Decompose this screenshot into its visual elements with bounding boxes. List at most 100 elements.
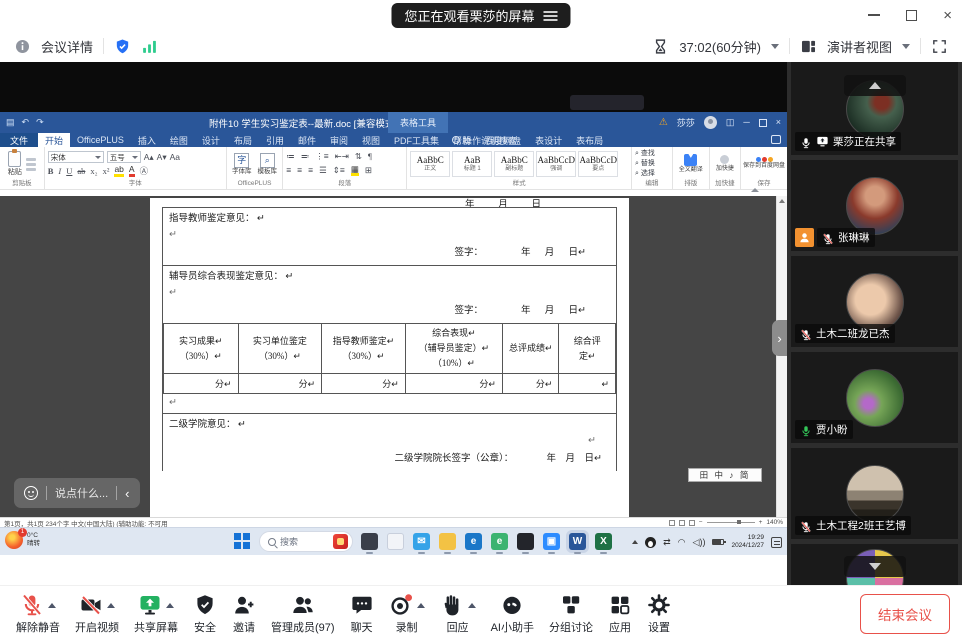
toolbar-chat-button[interactable]: 聊天 xyxy=(350,593,374,635)
word-tab-file[interactable]: 文件 xyxy=(0,133,38,147)
participant-tile[interactable]: 栗莎正在共享 xyxy=(791,62,958,155)
underline-icon[interactable]: U xyxy=(66,167,72,176)
account-name[interactable]: 莎莎 xyxy=(677,116,695,129)
sidebar-collapse-button[interactable]: › xyxy=(772,320,787,356)
task-view-icon[interactable] xyxy=(361,533,378,550)
borders-icon[interactable]: ⊞ xyxy=(365,166,372,175)
style-gallery-item[interactable]: AaBbC副标题 xyxy=(494,151,534,177)
paste-button[interactable]: 粘贴 xyxy=(8,151,22,177)
security-shield-icon[interactable] xyxy=(114,38,131,55)
editing-item[interactable]: ⌕ 查找 xyxy=(635,149,655,159)
toolbar-breakout-button[interactable]: 分组讨论 xyxy=(549,593,593,635)
chevron-up-icon[interactable] xyxy=(468,603,476,608)
toolbar-unmute-button[interactable]: 解除静音 xyxy=(16,593,60,635)
save-to-pan-label[interactable]: 保存到百度网盘 xyxy=(743,163,785,170)
score-value-cell[interactable]: 分↵ xyxy=(164,374,239,394)
zoom-out-icon[interactable]: − xyxy=(699,519,703,526)
italic-icon[interactable]: I xyxy=(58,167,61,176)
ribbon-options-icon[interactable]: ◫ xyxy=(726,118,735,127)
enclose-character-icon[interactable]: Ⓐ xyxy=(140,167,149,176)
participant-tile[interactable]: 土木工程2班王艺博 xyxy=(791,448,958,539)
toolbar-members-button[interactable]: 管理成员(97) xyxy=(271,593,335,635)
edge-icon[interactable]: e xyxy=(465,533,482,550)
search-promo-icon[interactable] xyxy=(333,534,348,549)
redo-icon[interactable]: ↷ xyxy=(36,117,44,128)
template-library-button[interactable]: ⌕ 模板库 xyxy=(258,153,278,176)
font-size-combo[interactable]: 五号 xyxy=(107,151,141,163)
folder-icon[interactable] xyxy=(439,533,456,550)
font-color-icon[interactable]: A xyxy=(129,165,135,177)
translate-icon[interactable] xyxy=(684,154,697,166)
word-tab[interactable]: 插入 xyxy=(131,133,163,147)
chevron-up-icon[interactable] xyxy=(166,603,174,608)
scroll-up-icon[interactable] xyxy=(779,199,785,203)
start-button[interactable] xyxy=(234,533,251,550)
toolbar-security-button[interactable]: 安全 xyxy=(193,593,217,635)
chevron-up-icon[interactable] xyxy=(107,603,115,608)
word-scrollbar[interactable] xyxy=(776,196,787,517)
shading-icon[interactable]: ▦ xyxy=(351,165,359,177)
font-library-button[interactable]: 字 字体库 xyxy=(232,153,252,176)
notification-center-icon[interactable] xyxy=(771,537,782,548)
strikethrough-icon[interactable]: ab xyxy=(77,167,85,176)
participant-tile[interactable]: 土木二班龙已杰 xyxy=(791,256,958,347)
share-toolbar-collapsed[interactable] xyxy=(570,95,644,110)
banner-menu-icon[interactable] xyxy=(544,11,558,21)
excel-app-icon[interactable]: X xyxy=(595,533,612,550)
toolbar-invite-button[interactable]: 邀请 xyxy=(232,593,256,635)
word-tab[interactable]: 引用 xyxy=(259,133,291,147)
collapse-ribbon-icon[interactable] xyxy=(751,188,759,192)
toolbar-ai-assistant-button[interactable]: AI小助手 xyxy=(491,593,534,635)
input-switch-icon[interactable]: ⇄ xyxy=(663,538,671,547)
score-value-cell[interactable]: 分↵ xyxy=(405,374,502,394)
pilcrow-icon[interactable]: ¶ xyxy=(368,152,372,161)
toolbar-react-button[interactable]: 回应 xyxy=(440,593,476,635)
word-tab[interactable]: PDF工具集 xyxy=(387,133,446,147)
align-left-icon[interactable]: ≡ xyxy=(286,166,291,175)
participant-tile[interactable]: 贾小盼 xyxy=(791,352,958,443)
translate-label[interactable]: 全文翻译 xyxy=(679,167,703,174)
fullscreen-icon[interactable] xyxy=(931,38,948,55)
clipboard-mini-buttons[interactable] xyxy=(26,158,36,171)
timer-dropdown-icon[interactable] xyxy=(771,44,779,49)
shortcut-label[interactable]: 加快捷 xyxy=(716,166,734,173)
justify-icon[interactable]: ☰ xyxy=(319,166,327,175)
score-value-cell[interactable]: ↵ xyxy=(559,374,616,394)
tell-me-search[interactable]: 操作说明搜索 xyxy=(452,133,517,147)
superscript-icon[interactable]: x² xyxy=(103,167,110,176)
word-tab[interactable]: 绘图 xyxy=(163,133,195,147)
word-tab[interactable]: 邮件 xyxy=(291,133,323,147)
shortcut-icon[interactable] xyxy=(720,155,729,164)
taskbar-clock[interactable]: 19:29 2024/12/27 xyxy=(731,534,764,551)
score-value-cell[interactable]: 分↵ xyxy=(502,374,559,394)
scroll-down-participants-button[interactable] xyxy=(844,556,906,577)
taskbar-weather[interactable]: 1 0°C晴转 xyxy=(5,531,40,549)
baidu-pan-icon[interactable] xyxy=(756,157,773,162)
network-signal-icon[interactable] xyxy=(141,38,158,55)
zoom-in-icon[interactable]: + xyxy=(759,519,763,526)
ie-icon[interactable]: e xyxy=(491,533,508,550)
chevron-up-icon[interactable] xyxy=(417,603,425,608)
qq-tray-icon[interactable] xyxy=(645,537,656,548)
tray-expand-icon[interactable] xyxy=(632,540,638,544)
toolbar-share-screen-button[interactable]: 共享屏幕 xyxy=(134,593,178,635)
zoom-level[interactable]: 140% xyxy=(766,519,783,526)
editing-item[interactable]: ⌕ 替换 xyxy=(635,159,655,169)
word-restore-button[interactable] xyxy=(759,119,767,127)
qq-icon[interactable] xyxy=(517,533,534,550)
word-close-button[interactable]: × xyxy=(776,118,781,127)
highlight-color-icon[interactable]: ab xyxy=(114,165,123,177)
word-tab[interactable]: 设计 xyxy=(195,133,227,147)
document-page[interactable]: 年 月 日 指导教师鉴定意见： ↵ ↵ 签字： 年 月 日↵辅导员综合表现鉴定意… xyxy=(150,198,629,517)
word-minimize-button[interactable]: ─ xyxy=(743,118,749,127)
word-tab[interactable]: 审阅 xyxy=(323,133,355,147)
toolbar-record-button[interactable]: 录制 xyxy=(389,593,425,635)
multilevel-list-icon[interactable]: ⋮≡ xyxy=(315,152,328,161)
speaker-icon[interactable]: ◁)) xyxy=(693,538,706,547)
quick-chat-bar[interactable]: 说点什么... ‹ xyxy=(14,478,140,508)
scroll-up-participants-button[interactable] xyxy=(844,75,906,96)
word-tab[interactable]: 布局 xyxy=(227,133,259,147)
style-gallery-item[interactable]: AaBbCcD要点 xyxy=(578,151,618,177)
indent-icons[interactable]: ⇤⇥ xyxy=(335,152,349,161)
word-tab[interactable]: 视图 xyxy=(355,133,387,147)
